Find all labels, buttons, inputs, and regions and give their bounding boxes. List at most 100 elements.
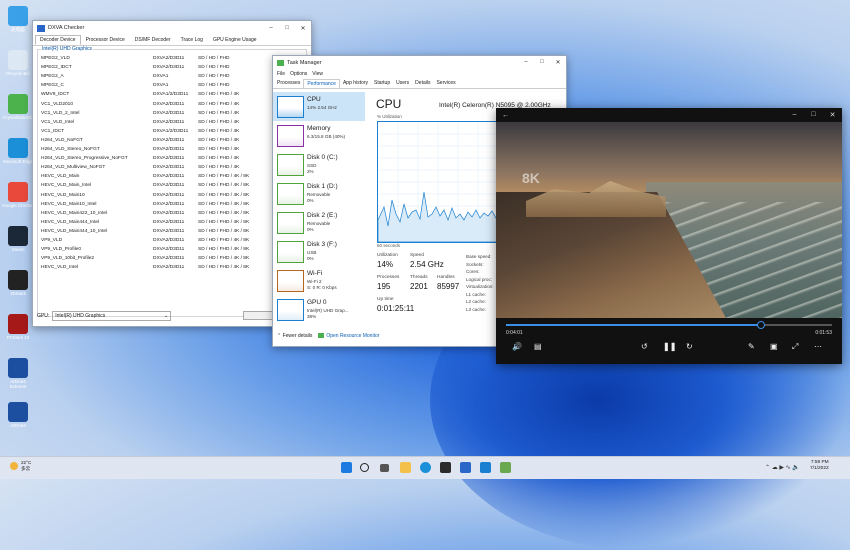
dxva-titlebar[interactable]: DXVA Checker – □ ✕ (33, 21, 311, 35)
perf-item[interactable]: Disk 0 (C:) SSD 2% (273, 150, 365, 179)
tab-performance[interactable]: Performance (303, 79, 340, 88)
perf-item[interactable]: CPU 14% 2.54 GHz (273, 92, 365, 121)
skip-forward-30-icon[interactable]: ↻ (686, 342, 693, 351)
player-titlebar[interactable]: ← – □ ✕ (496, 108, 842, 122)
table-row[interactable]: VP9_VLD DXVA2/D3D11 SD / HD / FHD / 4K / 8… (41, 236, 288, 245)
menu-item-file[interactable]: File (277, 71, 285, 77)
taskmgr-titlebar[interactable]: Task Manager – □ ✕ (273, 56, 566, 69)
menu-item-view[interactable]: View (312, 71, 323, 77)
tab-processes[interactable]: Processes (274, 79, 303, 88)
windows-start-icon[interactable] (341, 462, 352, 473)
store-icon[interactable] (440, 462, 451, 473)
desktop-icon[interactable]: AIDA64 Extreme (2, 358, 34, 389)
table-row[interactable]: MPEG2_A DXVA1 SD / HD / FHD (41, 72, 288, 81)
desktop-icon[interactable]: AIDA64 (2, 402, 34, 428)
desktop-icon[interactable]: PCMark 10 (2, 314, 34, 340)
tab-startup[interactable]: Startup (371, 79, 393, 88)
gpu-select[interactable]: Intel(R) UHD Graphics ⌄ (52, 311, 172, 321)
skip-back-10-icon[interactable]: ↺ (641, 342, 648, 351)
edge-icon[interactable] (420, 462, 431, 473)
close-icon[interactable]: ✕ (550, 59, 566, 66)
table-row[interactable]: HEVC_VLD_Main10_Intel DXVA2/D3D11 SD / HD … (41, 200, 288, 209)
tab-services[interactable]: Services (433, 79, 458, 88)
table-cell: DXVA2/D3D11 (153, 137, 185, 143)
tab-gpu-engine-usage[interactable]: GPU Engine Usage (208, 35, 262, 45)
table-row[interactable]: VC1_VLD2010 DXVA2/D3D11 SD / HD / FHD / 4K (41, 100, 288, 109)
weather-widget[interactable]: 22°C 多云 (10, 460, 31, 472)
perf-item[interactable]: Disk 2 (E:) Removable 0% (273, 208, 365, 237)
table-row[interactable]: H264_VLD_Stereo_NoFGT DXVA2/D3D11 SD / HD … (41, 145, 288, 154)
fullscreen-icon[interactable]: ⤢ (792, 342, 798, 352)
table-row[interactable]: MPEG2_VLD DXVA2/D3D11 SD / HD / FHD (41, 54, 288, 63)
table-row[interactable]: H264_VLD_NoFGT DXVA2/D3D11 SD / HD / FHD /… (41, 136, 288, 145)
desktop-icon[interactable]: 此电脑 (2, 6, 34, 32)
table-row[interactable]: VC1_VLD_Intel DXVA2/D3D11 SD / HD / FHD / … (41, 118, 288, 127)
open-resource-monitor-link[interactable]: Open Resource Monitor (318, 333, 379, 339)
menu-item-options[interactable]: Options (290, 71, 307, 77)
desktop-icon[interactable]: Steam (2, 226, 34, 252)
table-row[interactable]: HEVC_VLD_Main444_10_Intel DXVA2/D3D11 SD /… (41, 227, 288, 236)
close-icon[interactable]: ✕ (823, 111, 842, 119)
perf-item[interactable]: GPU 0 Intel(R) UHD Grap... 38% (273, 295, 365, 324)
desktop-icon[interactable]: 3DMark (2, 270, 34, 296)
more-options-icon[interactable]: ⋯ (814, 342, 822, 351)
tab-app-history[interactable]: App history (340, 79, 371, 88)
tray-icons[interactable]: ⌃ ☁ ▶ ∿ 🔈 (765, 464, 800, 471)
file-explorer-icon[interactable] (400, 462, 411, 473)
miniplayer-icon[interactable]: ▣ (770, 342, 778, 351)
table-row[interactable]: VP9_VLD_Profile0 DXVA2/D3D11 SD / HD / FHD… (41, 245, 288, 254)
back-arrow-icon[interactable]: ← (502, 112, 509, 119)
table-row[interactable]: HEVC_VLD_Main10 DXVA2/D3D11 SD / HD / FHD … (41, 191, 288, 200)
table-row[interactable]: WMV9_IDCT DXVA1/2/D3D11 SD / HD / FHD / 4K (41, 90, 288, 99)
perf-item[interactable]: Disk 3 (F:) USB 0% (273, 237, 365, 266)
table-row[interactable]: VC1_IDCT DXVA1/2/D3D11 SD / HD / FHD / 4K (41, 127, 288, 136)
task-view-icon[interactable] (380, 464, 389, 472)
video-frame[interactable]: 8K (496, 122, 842, 318)
fewer-details-link[interactable]: ⌃ Fewer details (277, 333, 312, 339)
table-row[interactable]: H264_VLD_Multiview_NoFGT DXVA2/D3D11 SD / … (41, 163, 288, 172)
desktop-icon[interactable]: Google Chrome (2, 182, 34, 208)
maximize-icon[interactable]: □ (804, 111, 823, 119)
perf-thumbnail (277, 270, 304, 292)
clock[interactable]: 7:59 PM 7/1/2022 (810, 460, 829, 472)
table-row[interactable]: H264_VLD_Stereo_Progressive_NoFGT DXVA2/D… (41, 154, 288, 163)
table-row[interactable]: MPEG2_C DXVA1 SD / HD / FHD (41, 81, 288, 90)
table-row[interactable]: VC1_VLD_2_Intel DXVA2/D3D11 SD / HD / FHD … (41, 109, 288, 118)
desktop-icon[interactable]: CrystalDiskInfo (2, 94, 34, 120)
weather-sun-icon (10, 462, 18, 470)
search-icon[interactable] (360, 463, 369, 472)
table-row[interactable]: HEVC_VLD_Main422_10_Intel DXVA2/D3D11 SD /… (41, 209, 288, 218)
volume-icon[interactable]: 🔊 (512, 342, 522, 351)
desktop-icon[interactable]: Recycle Bin (2, 50, 34, 76)
tab-processor-device[interactable]: Processor Device (81, 35, 130, 45)
minimize-icon[interactable]: – (263, 25, 279, 32)
dxva-taskbar-icon[interactable] (460, 462, 471, 473)
media-player-icon[interactable] (480, 462, 491, 473)
perf-item[interactable]: Memory 6.3/15.8 GB (40%) (273, 121, 365, 150)
edit-pen-icon[interactable]: ✎ (748, 342, 755, 351)
seek-thumb[interactable] (757, 321, 766, 329)
table-row[interactable]: HEVC_VLD_Main444_Intel DXVA2/D3D11 SD / HD… (41, 218, 288, 227)
desktop-icon[interactable]: Microsoft Edge (2, 138, 34, 164)
table-row[interactable]: VP9_VLD_10bit_Profile2 DXVA2/D3D11 SD / HD… (41, 254, 288, 263)
tab-ds-mf-decoder[interactable]: DS/MF Decoder (130, 35, 176, 45)
task-manager-icon[interactable] (500, 462, 511, 473)
tab-users[interactable]: Users (393, 79, 412, 88)
table-row[interactable]: HEVC_VLD_Intel DXVA2/D3D11 SD / HD / FHD /… (41, 263, 288, 272)
minimize-icon[interactable]: – (785, 111, 804, 119)
close-icon[interactable]: ✕ (295, 25, 311, 32)
seek-bar[interactable] (506, 321, 832, 329)
captions-icon[interactable]: ▤ (534, 342, 542, 351)
minimize-icon[interactable]: – (518, 59, 534, 66)
tab-decoder-device[interactable]: Decoder Device (35, 35, 81, 45)
table-row[interactable]: HEVC_VLD_Main DXVA2/D3D11 SD / HD / FHD / … (41, 172, 288, 181)
tab-details[interactable]: Details (412, 79, 433, 88)
tab-trace-log[interactable]: Trace Log (176, 35, 208, 45)
maximize-icon[interactable]: □ (534, 59, 550, 66)
table-row[interactable]: MPEG2_IDCT DXVA2/D3D11 SD / HD / FHD (41, 63, 288, 72)
perf-item[interactable]: Wi-Fi Wi-Fi 2 S: 0 R: 0 Kbps (273, 266, 365, 295)
table-row[interactable]: HEVC_VLD_Main_Intel DXVA2/D3D11 SD / HD / … (41, 181, 288, 190)
pause-icon[interactable]: ❚❚ (663, 342, 676, 351)
maximize-icon[interactable]: □ (279, 25, 295, 32)
perf-item[interactable]: Disk 1 (D:) Removable 0% (273, 179, 365, 208)
